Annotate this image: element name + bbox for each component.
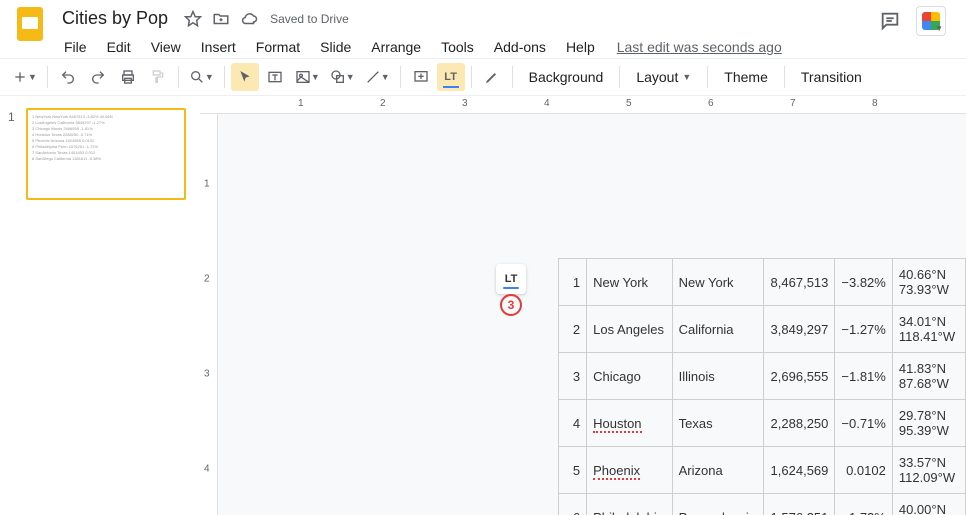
- table-row[interactable]: 6PhiladelphiaPennsylvania1,576,251−1.72%…: [559, 494, 966, 515]
- comments-icon[interactable]: [878, 9, 902, 33]
- cell-change[interactable]: −1.27%: [835, 306, 892, 353]
- cell-state[interactable]: Texas: [672, 400, 763, 447]
- cell-state[interactable]: California: [672, 306, 763, 353]
- move-folder-icon[interactable]: [212, 10, 230, 28]
- cell-city[interactable]: New York: [587, 259, 673, 306]
- star-icon[interactable]: [184, 10, 202, 28]
- document-title[interactable]: Cities by Pop: [56, 6, 174, 31]
- cell-rank[interactable]: 2: [559, 306, 587, 353]
- table-row[interactable]: 1New YorkNew York8,467,513−3.82%40.66°N …: [559, 259, 966, 306]
- meet-button[interactable]: ▼: [916, 6, 946, 36]
- cell-rank[interactable]: 3: [559, 353, 587, 400]
- cell-coordinates[interactable]: 40.00°N 75.13°W: [892, 494, 965, 515]
- cell-coordinates[interactable]: 41.83°N 87.68°W: [892, 353, 965, 400]
- redo-button[interactable]: [84, 63, 112, 91]
- zoom-button[interactable]: ▼: [185, 63, 218, 91]
- cell-rank[interactable]: 1: [559, 259, 587, 306]
- cell-city[interactable]: Chicago: [587, 353, 673, 400]
- theme-button[interactable]: Theme: [714, 63, 778, 91]
- menu-insert[interactable]: Insert: [193, 35, 244, 59]
- cell-rank[interactable]: 6: [559, 494, 587, 515]
- menu-tools[interactable]: Tools: [433, 35, 482, 59]
- cell-population[interactable]: 8,467,513: [763, 259, 834, 306]
- transition-button[interactable]: Transition: [791, 63, 872, 91]
- table-row[interactable]: 4HoustonTexas2,288,250−0.71%29.78°N 95.3…: [559, 400, 966, 447]
- table-row[interactable]: 5PhoenixArizona1,624,5690.010233.57°N 11…: [559, 447, 966, 494]
- cell-rank[interactable]: 4: [559, 400, 587, 447]
- menu-help[interactable]: Help: [558, 35, 603, 59]
- print-button[interactable]: [114, 63, 142, 91]
- last-edit-link[interactable]: Last edit was seconds ago: [617, 35, 782, 59]
- cell-city[interactable]: Phoenix: [587, 447, 673, 494]
- cell-rank[interactable]: 5: [559, 447, 587, 494]
- menu-add-ons[interactable]: Add-ons: [486, 35, 554, 59]
- lt-error-count-badge[interactable]: 3: [500, 294, 522, 316]
- cell-change[interactable]: 0.0102: [835, 447, 892, 494]
- cell-coordinates[interactable]: 34.01°N 118.41°W: [892, 306, 965, 353]
- cell-population[interactable]: 3,849,297: [763, 306, 834, 353]
- cell-change[interactable]: −0.71%: [835, 400, 892, 447]
- shape-tool[interactable]: ▼: [326, 63, 359, 91]
- cell-change[interactable]: −3.82%: [835, 259, 892, 306]
- table-row[interactable]: 3ChicagoIllinois2,696,555−1.81%41.83°N 8…: [559, 353, 966, 400]
- menu-format[interactable]: Format: [248, 35, 308, 59]
- lt-floating-button[interactable]: LT: [496, 264, 526, 294]
- cloud-saved-icon[interactable]: [240, 10, 258, 28]
- cell-state[interactable]: Pennsylvania: [672, 494, 763, 515]
- cell-city[interactable]: Los Angeles: [587, 306, 673, 353]
- line-tool[interactable]: ▼: [361, 63, 394, 91]
- cell-city[interactable]: Houston: [587, 400, 673, 447]
- new-slide-button[interactable]: ▼: [8, 63, 41, 91]
- cell-state[interactable]: Arizona: [672, 447, 763, 494]
- slide-thumbnail[interactable]: 1 NewYork NewYork 8467513 -3.82% 40.66N …: [26, 108, 186, 200]
- undo-button[interactable]: [54, 63, 82, 91]
- cell-city[interactable]: Philadelphia: [587, 494, 673, 515]
- background-button[interactable]: Background: [519, 63, 614, 91]
- table-row[interactable]: 2Los AngelesCalifornia3,849,297−1.27%34.…: [559, 306, 966, 353]
- menu-file[interactable]: File: [56, 35, 95, 59]
- menu-slide[interactable]: Slide: [312, 35, 359, 59]
- paint-format-button[interactable]: [144, 63, 172, 91]
- cell-coordinates[interactable]: 33.57°N 112.09°W: [892, 447, 965, 494]
- cell-state[interactable]: New York: [672, 259, 763, 306]
- textbox-tool[interactable]: [261, 63, 289, 91]
- select-tool[interactable]: [231, 63, 259, 91]
- image-tool[interactable]: ▼: [291, 63, 324, 91]
- cell-population[interactable]: 1,576,251: [763, 494, 834, 515]
- menu-arrange[interactable]: Arrange: [363, 35, 429, 59]
- cell-population[interactable]: 2,696,555: [763, 353, 834, 400]
- lt-tool[interactable]: LT: [437, 63, 465, 91]
- cell-population[interactable]: 2,288,250: [763, 400, 834, 447]
- slide-number: 1: [8, 108, 20, 200]
- saved-status: Saved to Drive: [270, 12, 349, 26]
- cities-table[interactable]: 1New YorkNew York8,467,513−3.82%40.66°N …: [558, 258, 966, 515]
- cell-coordinates[interactable]: 40.66°N 73.93°W: [892, 259, 965, 306]
- cell-change[interactable]: −1.81%: [835, 353, 892, 400]
- cell-state[interactable]: Illinois: [672, 353, 763, 400]
- pen-tool[interactable]: [478, 63, 506, 91]
- comment-tool[interactable]: [407, 63, 435, 91]
- cell-change[interactable]: −1.72%: [835, 494, 892, 515]
- cell-coordinates[interactable]: 29.78°N 95.39°W: [892, 400, 965, 447]
- menu-edit[interactable]: Edit: [99, 35, 139, 59]
- vertical-ruler: 1234: [200, 114, 218, 515]
- cell-population[interactable]: 1,624,569: [763, 447, 834, 494]
- menu-view[interactable]: View: [143, 35, 189, 59]
- horizontal-ruler: 12345678: [200, 96, 966, 114]
- layout-button[interactable]: Layout▼: [626, 63, 701, 91]
- slides-logo[interactable]: [12, 6, 48, 42]
